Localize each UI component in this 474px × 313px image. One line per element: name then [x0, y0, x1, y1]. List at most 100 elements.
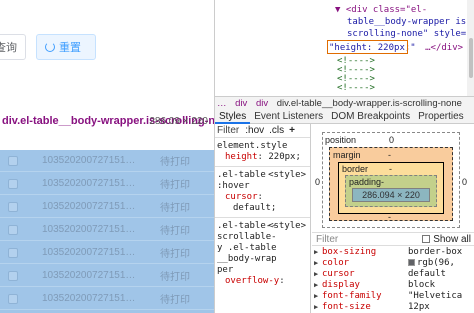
box-padding: padding- 286.094 × 220 [345, 175, 437, 207]
row-id: 103520200727151… [42, 201, 136, 212]
elements-tree: ▼ <div class="el- table__body-wrapper is… [215, 0, 474, 96]
computed-row[interactable]: ▶ font-size 12px [312, 302, 474, 313]
hov-toggle[interactable]: :hov [245, 125, 264, 136]
dom-class-value: table__body-wrapper is- [347, 17, 472, 27]
box-content-size[interactable]: 286.094 × 220 [352, 188, 430, 202]
row-status: 待打印 [160, 203, 190, 214]
row-checkbox[interactable] [8, 270, 18, 281]
row-id: 103520200727151… [42, 247, 136, 258]
computed-prop-value: 12px [408, 302, 430, 312]
box-border: border - padding- 286.094 × 220 [338, 162, 444, 214]
breadcrumb-item[interactable]: … [217, 98, 227, 109]
styles-pane: Filter :hov .cls + element.style height:… [215, 124, 311, 313]
style-rule: <style> .el-table--scrollable-y .el-tabl… [217, 221, 306, 286]
dom-comment[interactable]: <!----> [337, 82, 375, 94]
box-margin: margin - - border - padding- 286.094 × 2… [329, 147, 453, 222]
inspect-tooltip: div.el-table__body-wrapper.is-scrolling-… [0, 112, 214, 150]
row-checkbox[interactable] [8, 293, 18, 304]
tab-dom-breakpoints[interactable]: DOM Breakpoints [327, 110, 414, 124]
table-row[interactable]: 103520200727151… 待打印 [0, 150, 214, 172]
height-annotation-box [327, 40, 408, 54]
rule-prop-name[interactable]: height [217, 152, 258, 162]
color-swatch-icon[interactable] [408, 259, 415, 266]
row-status: 待打印 [160, 249, 190, 260]
table-row[interactable]: 103520200727151… 待打印 [0, 242, 214, 264]
computed-row[interactable]: ▶ color rgb(96, [312, 258, 474, 269]
row-status: 待打印 [160, 272, 190, 283]
query-button[interactable]: 查询 [0, 34, 26, 60]
refresh-icon [45, 42, 55, 52]
breadcrumb-item-current[interactable]: div.el-table__body-wrapper.is-scrolling-… [277, 98, 462, 109]
table-row[interactable]: 103520200727151… 待打印 [0, 196, 214, 218]
box-side-left: 0 [315, 177, 321, 187]
tab-event-listeners[interactable]: Event Listeners [250, 110, 327, 124]
row-checkbox[interactable] [8, 224, 18, 235]
row-id: 103520200727151… [42, 178, 136, 189]
styles-filter-row: Filter :hov .cls + [215, 124, 310, 138]
row-checkbox[interactable] [8, 178, 18, 189]
breadcrumb: … div div div.el-table__body-wrapper.is-… [215, 96, 474, 110]
table-row[interactable]: 103520200727151… 待打印 [0, 219, 214, 241]
new-rule-button[interactable]: + [289, 125, 295, 136]
row-checkbox[interactable] [8, 155, 18, 166]
computed-prop-name: cursor [322, 269, 355, 279]
box-position: position 0 0 0 margin - - border - paddi… [315, 132, 467, 228]
box-margin-value: - [388, 150, 391, 160]
show-all-toggle[interactable]: Show all [422, 233, 471, 246]
box-position-value: 0 [389, 135, 395, 145]
row-checkbox[interactable] [8, 247, 18, 258]
row-status: 待打印 [160, 226, 190, 237]
devtools-subtabs: Styles Event Listeners DOM Breakpoints P… [215, 110, 474, 124]
rule-prop-value[interactable]: default; [217, 203, 276, 213]
styles-filter-input[interactable]: Filter [217, 125, 239, 136]
computed-row[interactable]: ▶ display block [312, 280, 474, 291]
tab-styles[interactable]: Styles [215, 110, 251, 124]
table-body-highlight[interactable]: 103520200727151… 待打印 103520200727151… 待打… [0, 150, 214, 313]
reset-button[interactable]: 重置 [36, 34, 96, 60]
style-rule: <style> .el-table :hover cursor: default; [215, 167, 310, 218]
dom-node-line[interactable]: ▼ <div class="el- [335, 4, 427, 16]
elements-scrollbar[interactable] [467, 0, 474, 96]
inspected-page: 查询 重置 div.el-table__body-wrapper.is-scro… [0, 0, 214, 313]
box-side-right: 0 [461, 177, 467, 187]
cls-toggle[interactable]: .cls [269, 125, 284, 136]
rule-prop-name[interactable]: overflow-y [217, 276, 279, 286]
computed-prop-name: color [322, 258, 350, 268]
computed-prop-value: default [408, 269, 446, 279]
row-status: 待打印 [160, 157, 190, 168]
row-id: 103520200727151… [42, 270, 136, 281]
box-border-label: border [342, 164, 369, 174]
computed-prop-name: box-sizing [322, 247, 377, 257]
computed-row[interactable]: ▶ font-family "Helvetica [312, 291, 474, 302]
rule-selector: .el-table :hover [217, 170, 266, 191]
box-padding-label: padding- [349, 177, 385, 187]
box-position-label: position [325, 135, 357, 145]
row-id: 103520200727151… [42, 293, 136, 304]
computed-prop-value: block [408, 280, 436, 290]
table-row[interactable]: 103520200727151… 待打印 [0, 265, 214, 287]
tooltip-dimensions: 286.09 × 220 [149, 116, 208, 127]
rule-source[interactable]: <style> [268, 221, 306, 232]
computed-prop-value: border-box [408, 247, 463, 257]
rule-prop-value[interactable]: 220px; [268, 152, 301, 162]
computed-filter-input[interactable]: Filter [316, 234, 338, 245]
show-all-checkbox[interactable] [422, 235, 431, 243]
rule-prop-name[interactable]: cursor [217, 192, 258, 202]
dom-style-attr: scrolling-none" style= [347, 29, 467, 39]
row-checkbox[interactable] [8, 201, 18, 212]
show-all-label: Show all [433, 234, 471, 245]
computed-prop-value: rgb(96, [417, 258, 455, 268]
breadcrumb-item[interactable]: div [235, 98, 247, 109]
dom-node-line: table__body-wrapper is- [347, 16, 472, 28]
computed-row[interactable]: ▶ box-sizing border-box [312, 247, 474, 258]
computed-prop-value: "Helvetica [408, 291, 463, 301]
computed-row[interactable]: ▶ cursor default [312, 269, 474, 280]
breadcrumb-item[interactable]: div [256, 98, 268, 109]
row-id: 103520200727151… [42, 155, 136, 166]
reset-button-label: 重置 [59, 42, 81, 54]
table-row[interactable]: 103520200727151… 待打印 [0, 173, 214, 195]
devtools-panel: ▼ <div class="el- table__body-wrapper is… [214, 0, 474, 313]
tab-properties[interactable]: Properties [414, 110, 468, 124]
rule-source[interactable]: <style> [268, 170, 306, 181]
table-row[interactable]: 103520200727151… 待打印 [0, 288, 214, 310]
